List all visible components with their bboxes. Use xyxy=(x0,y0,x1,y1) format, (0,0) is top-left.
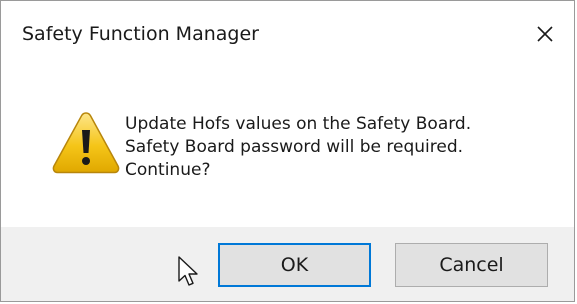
message-line: Update Hofs values on the Safety Board. xyxy=(125,114,472,134)
close-icon xyxy=(537,26,553,42)
ok-button[interactable]: OK xyxy=(218,243,371,287)
close-button[interactable] xyxy=(530,19,560,49)
message-dialog: Safety Function Manager Update Hofs valu… xyxy=(0,0,575,302)
message-line: Safety Board password will be required. xyxy=(125,137,464,157)
warning-icon xyxy=(51,110,121,176)
button-bar: OK Cancel xyxy=(1,227,574,301)
dialog-content: Update Hofs values on the Safety Board. … xyxy=(1,67,574,227)
message-line: Continue? xyxy=(125,160,211,180)
dialog-message: Update Hofs values on the Safety Board. … xyxy=(125,113,471,182)
window-title: Safety Function Manager xyxy=(22,23,259,45)
mouse-cursor-icon xyxy=(176,255,200,289)
cancel-button[interactable]: Cancel xyxy=(395,243,548,287)
title-bar: Safety Function Manager xyxy=(1,1,574,67)
